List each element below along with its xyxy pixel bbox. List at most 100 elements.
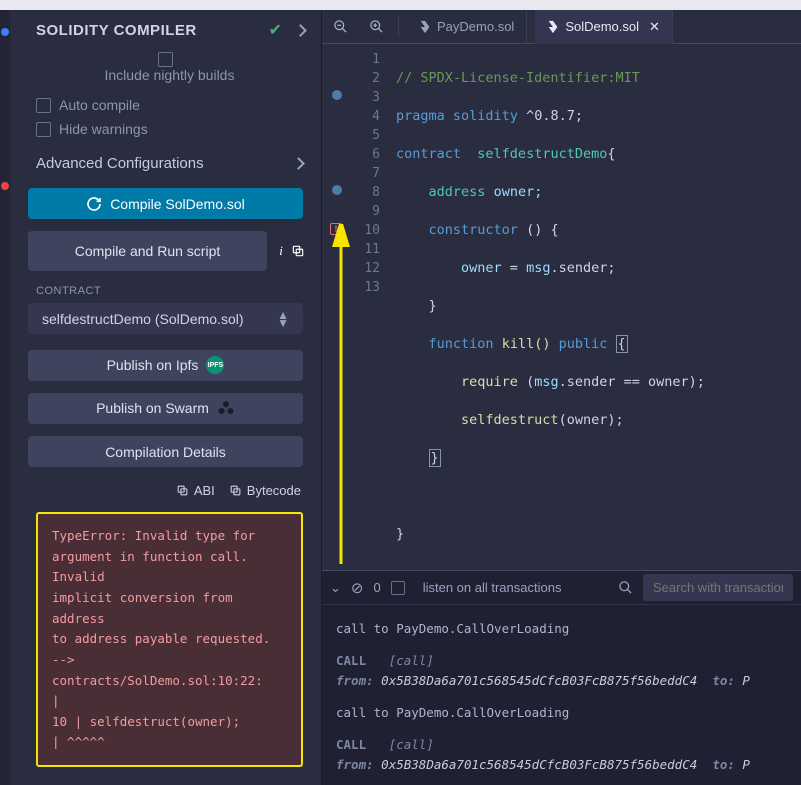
- auto-compile-label: Auto compile: [59, 97, 140, 113]
- to-label: to:: [712, 757, 735, 772]
- code-token: (: [526, 374, 534, 390]
- collapse-icon[interactable]: ⌄: [330, 580, 341, 596]
- call-badge: CALL: [336, 737, 366, 752]
- chevron-right-icon: [292, 157, 305, 170]
- code-token: .sender == owner);: [559, 374, 705, 390]
- nightly-option[interactable]: Include nightly builds: [10, 48, 321, 87]
- to-value: P: [742, 757, 750, 772]
- code-token: selfdestruct: [461, 412, 559, 428]
- line-number: 6: [354, 145, 380, 164]
- line-number: 8: [354, 183, 380, 202]
- close-icon[interactable]: ✕: [649, 19, 660, 35]
- error-line: implicit conversion from address: [52, 588, 287, 629]
- bytecode-link[interactable]: Bytecode: [229, 483, 301, 498]
- code-token: solidity: [453, 108, 518, 124]
- error-line: 10 | selfdestruct(owner);: [52, 712, 287, 733]
- copy-icon[interactable]: [291, 244, 311, 258]
- breakpoint-gutter[interactable]: [322, 44, 354, 570]
- auto-compile-option[interactable]: Auto compile: [10, 93, 321, 117]
- line-number-gutter: 1 2 3 4 5 6 7 8 9 10 11 12 13: [354, 44, 390, 570]
- solidity-file-icon: [547, 20, 559, 34]
- advanced-config-header[interactable]: Advanced Configurations: [10, 141, 321, 182]
- contract-select-value: selfdestructDemo (SolDemo.sol): [42, 311, 244, 327]
- breakpoint-marker[interactable]: [332, 90, 342, 100]
- to-value: P: [742, 673, 750, 688]
- abi-label: ABI: [194, 483, 215, 498]
- line-number: 13: [354, 278, 380, 297]
- terminal-search-input[interactable]: [643, 574, 793, 601]
- error-line: TypeError: Invalid type for: [52, 526, 287, 547]
- zoom-out-icon[interactable]: [326, 13, 354, 41]
- advanced-config-label: Advanced Configurations: [36, 155, 204, 172]
- from-hash: 0x5B38Da6a701c568545dCfcB03FcB875f56bedd…: [381, 757, 697, 772]
- solidity-file-icon: [419, 20, 431, 34]
- tab-label: PayDemo.sol: [437, 19, 514, 34]
- log-row[interactable]: CALL [call] from: 0x5B38Da6a701c568545dC…: [336, 645, 801, 697]
- indicator-dot-blue: [1, 28, 9, 36]
- code-content[interactable]: // SPDX-License-Identifier:MIT pragma so…: [390, 44, 801, 570]
- bytecode-label: Bytecode: [247, 483, 301, 498]
- pending-count: 0: [373, 580, 380, 595]
- contract-select[interactable]: selfdestructDemo (SolDemo.sol) ▲▼: [28, 303, 303, 334]
- code-token: .sender;: [550, 260, 615, 276]
- check-icon: ✔: [269, 20, 282, 40]
- hide-warnings-option[interactable]: Hide warnings: [10, 117, 321, 141]
- tab-soldemo[interactable]: SolDemo.sol ✕: [535, 10, 673, 44]
- code-token: }: [396, 526, 404, 542]
- compile-run-button[interactable]: Compile and Run script: [28, 231, 267, 271]
- terminal-output[interactable]: call to PayDemo.CallOverLoading CALL [ca…: [322, 605, 801, 785]
- code-token: address: [429, 184, 486, 200]
- swarm-icon: [217, 400, 235, 416]
- error-line: to address payable requested.: [52, 629, 287, 650]
- line-number: 12: [354, 259, 380, 278]
- block-icon[interactable]: ⊘: [351, 579, 364, 597]
- line-number: 4: [354, 107, 380, 126]
- publish-swarm-button[interactable]: Publish on Swarm: [28, 393, 303, 424]
- breakpoint-marker[interactable]: [332, 185, 342, 195]
- editor-toolbar: PayDemo.sol SolDemo.sol ✕: [322, 10, 801, 44]
- refresh-icon: [86, 196, 102, 212]
- tab-paydemo[interactable]: PayDemo.sol: [407, 10, 527, 44]
- code-token: kill(): [502, 336, 551, 352]
- error-marker-icon[interactable]: [330, 223, 342, 235]
- code-token: pragma: [396, 108, 445, 124]
- line-number: 3: [354, 88, 380, 107]
- error-line: |: [52, 691, 287, 712]
- line-number: 7: [354, 164, 380, 183]
- log-row[interactable]: call to PayDemo.CallOverLoading: [336, 613, 801, 645]
- contract-label: CONTRACT: [10, 277, 321, 303]
- code-token: msg: [534, 374, 558, 390]
- line-number: 2: [354, 69, 380, 88]
- chevron-right-icon[interactable]: [294, 24, 307, 37]
- abi-link[interactable]: ABI: [176, 483, 215, 498]
- terminal-panel: ⌄ ⊘ 0 listen on all transactions call to…: [322, 570, 801, 785]
- code-token: constructor: [429, 222, 518, 238]
- from-label: from:: [336, 757, 374, 772]
- code-token: }: [429, 449, 441, 467]
- search-icon[interactable]: [618, 580, 633, 595]
- from-label: from:: [336, 673, 374, 688]
- info-icon[interactable]: i: [271, 243, 291, 259]
- code-token: (owner);: [559, 412, 624, 428]
- error-line: argument in function call. Invalid: [52, 547, 287, 588]
- line-number: 1: [354, 50, 380, 69]
- compilation-details-button[interactable]: Compilation Details: [28, 436, 303, 467]
- compiler-panel: SOLIDITY COMPILER ✔ Include nightly buil…: [10, 10, 322, 785]
- log-row[interactable]: call to PayDemo.CallOverLoading: [336, 697, 801, 729]
- compile-button[interactable]: Compile SolDemo.sol: [28, 188, 303, 219]
- panel-title: SOLIDITY COMPILER: [36, 22, 197, 39]
- compile-run-label: Compile and Run script: [75, 243, 221, 259]
- zoom-in-icon[interactable]: [362, 13, 390, 41]
- code-token: owner;: [494, 184, 543, 200]
- publish-ipfs-button[interactable]: Publish on Ipfs IPFS: [28, 350, 303, 381]
- indicator-dot-red: [1, 182, 9, 190]
- code-token: (): [526, 222, 542, 238]
- log-row[interactable]: CALL [call] from: 0x5B38Da6a701c568545dC…: [336, 729, 801, 781]
- code-token: require: [461, 374, 518, 390]
- error-line: --> contracts/SolDemo.sol:10:22:: [52, 650, 287, 691]
- code-editor[interactable]: 1 2 3 4 5 6 7 8 9 10 11 12 13 // SPDX-Li…: [322, 44, 801, 570]
- compilation-details-label: Compilation Details: [105, 444, 226, 460]
- listen-label[interactable]: listen on all transactions: [423, 580, 562, 595]
- code-token: {: [616, 335, 628, 353]
- line-number: 9: [354, 202, 380, 221]
